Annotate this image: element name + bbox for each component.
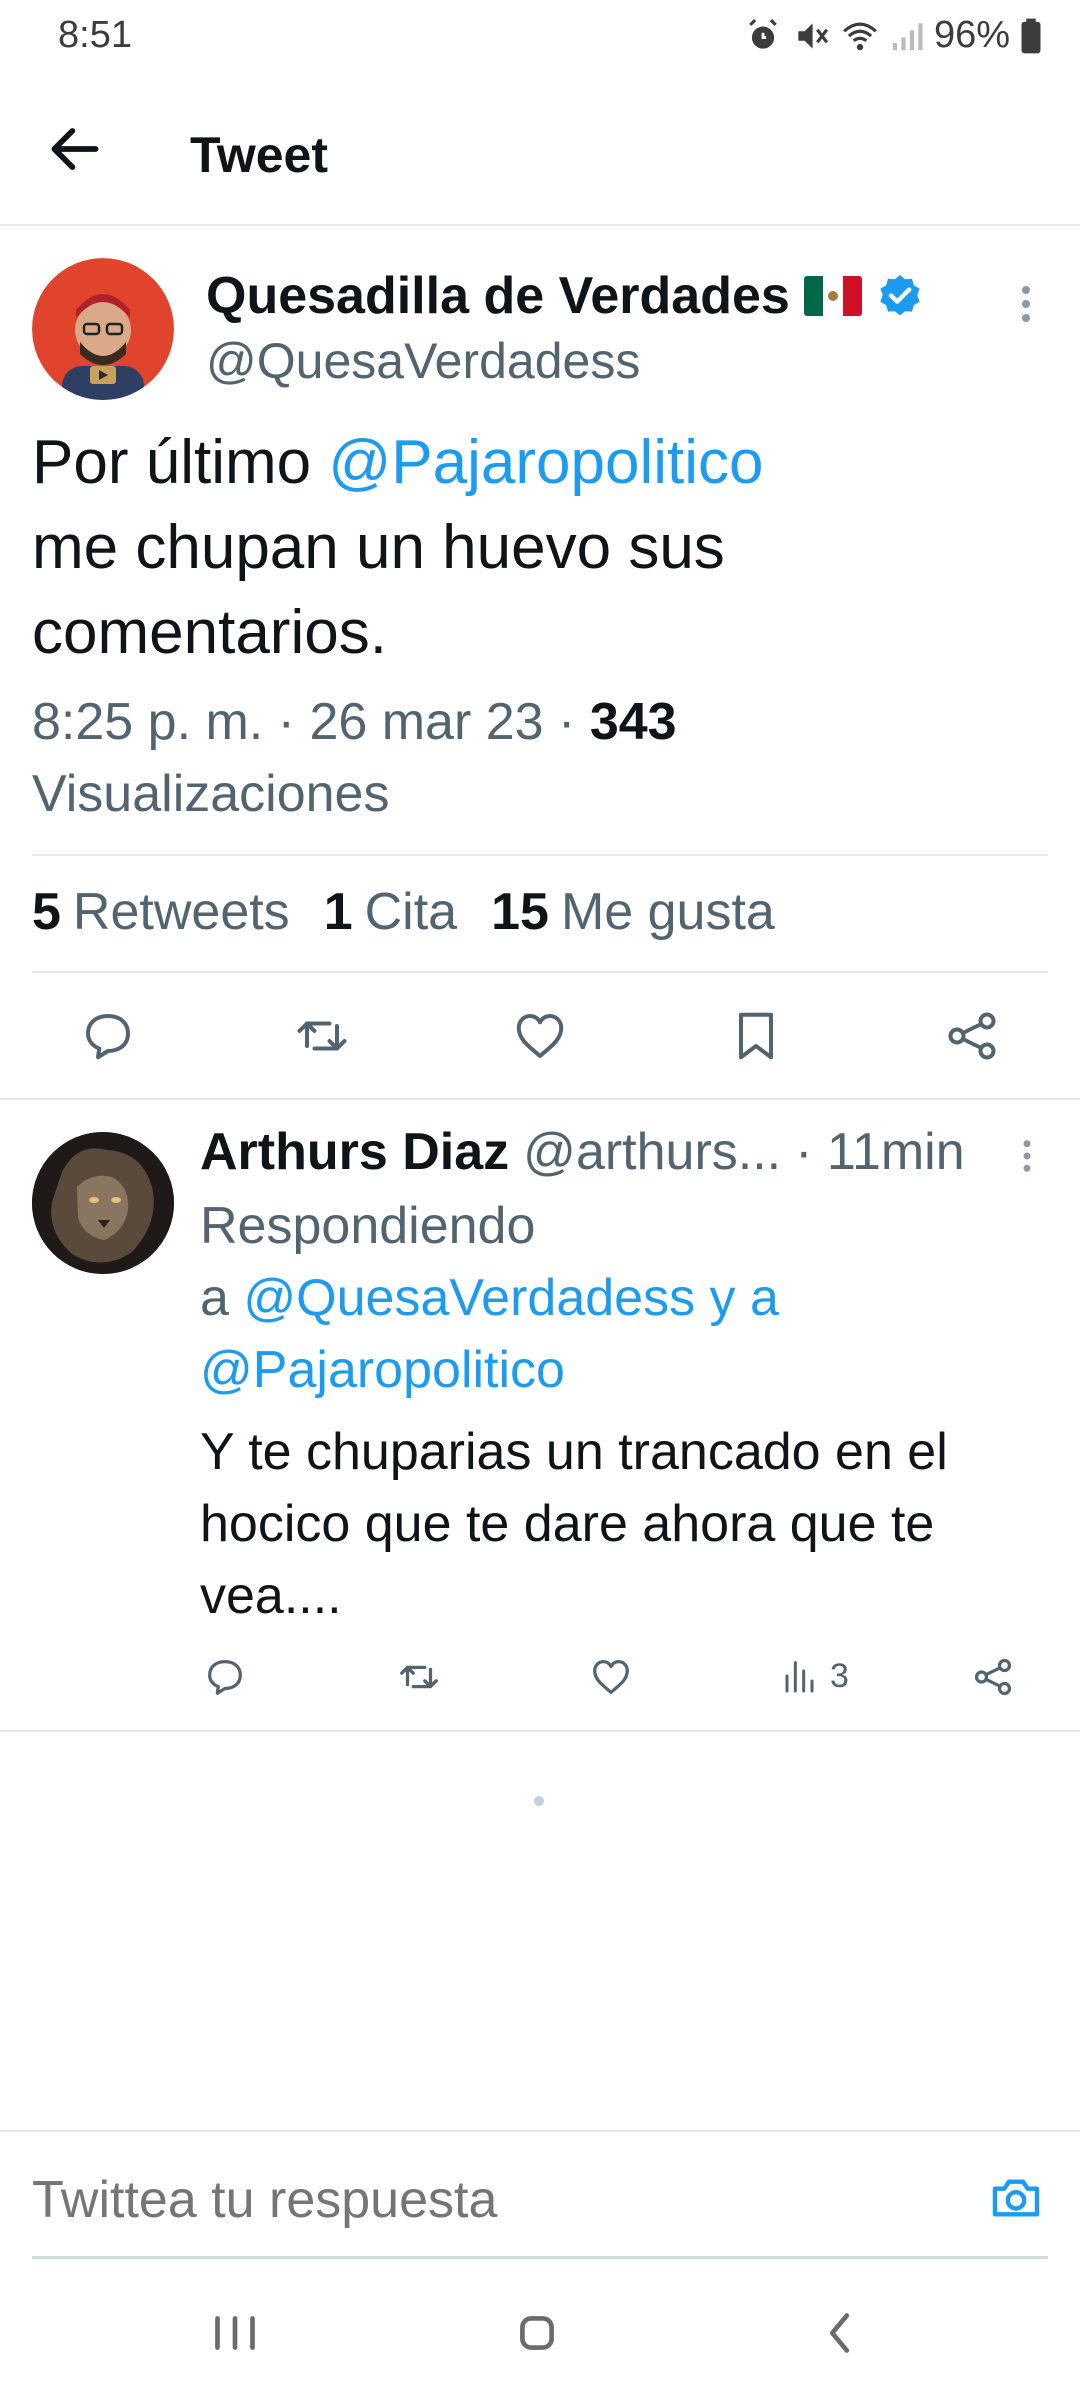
tweet-text-after: me chupan un huevo sus comentarios.: [32, 513, 725, 667]
tweet-text-before: Por último: [32, 428, 329, 497]
tweet-views-label: Visualizaciones: [32, 765, 390, 823]
reply-time: · 11min: [795, 1123, 965, 1181]
author-handle[interactable]: @QuesaVerdadess: [206, 332, 640, 390]
reply-author-handle[interactable]: @arthurs...: [523, 1122, 781, 1182]
status-time: 8:51: [58, 14, 132, 56]
replying-label: Respondiendo: [200, 1197, 536, 1255]
camera-icon[interactable]: [988, 2170, 1044, 2226]
stats-top-divider: [32, 854, 1048, 856]
back-arrow-icon[interactable]: [44, 118, 106, 180]
reply-like-icon[interactable]: [588, 1654, 634, 1700]
quotes-label: Cita: [364, 883, 458, 941]
reply-header: Arthurs Diaz @arthurs... · 11min: [200, 1122, 965, 1182]
battery-percent: 96%: [933, 14, 1010, 56]
reply-author-avatar[interactable]: [32, 1132, 174, 1274]
likes-stat[interactable]: 15 Me gusta: [491, 882, 775, 942]
reply-input[interactable]: [32, 2170, 932, 2230]
status-icons: 96%: [744, 14, 1042, 57]
header-divider: [0, 224, 1080, 226]
reply-author-name[interactable]: Arthurs Diaz: [200, 1122, 509, 1182]
verified-badge-icon: [880, 275, 920, 316]
compose-underline: [32, 2256, 1048, 2259]
stats-bottom-divider: [32, 971, 1048, 973]
tweet-text: Por último @Pajaropolitico me chupan un h…: [32, 420, 1042, 675]
retweets-stat[interactable]: 5 Retweets: [32, 882, 290, 942]
retweets-label: Retweets: [72, 883, 290, 941]
reply-retweet-icon[interactable]: [396, 1654, 442, 1700]
mute-icon: [798, 22, 829, 49]
views-chart-icon: [785, 1661, 814, 1693]
page-title: Tweet: [190, 127, 328, 183]
likes-label: Me gusta: [560, 883, 775, 941]
likes-count: 15: [491, 883, 549, 941]
tweet-divider: [0, 1098, 1080, 1100]
tweet-views-count: 343: [589, 693, 677, 751]
tweet-time: 8:25 p. m.: [32, 693, 264, 751]
author-avatar[interactable]: [32, 258, 174, 400]
tweet-date: 26 mar 23: [309, 693, 544, 751]
more-options-icon[interactable]: [1018, 284, 1034, 324]
wifi-icon: [843, 22, 877, 50]
tweet-stats: 5 Retweets 1 Cita 15 Me gusta: [32, 882, 775, 942]
reply-icon[interactable]: [78, 1006, 138, 1066]
reply-views-count: 3: [830, 1656, 849, 1695]
retweets-count: 5: [32, 883, 61, 941]
recent-apps-icon[interactable]: [200, 2298, 270, 2368]
replying-to: Respondiendo a @QuesaVerdadess y a @Paja…: [200, 1190, 1060, 1406]
tweet-mention-link[interactable]: @Pajaropolitico: [328, 428, 763, 497]
loading-indicator: [534, 1796, 544, 1806]
replying-to-pajaropolitico-link[interactable]: @Pajaropolitico: [200, 1341, 565, 1399]
bookmark-icon[interactable]: [726, 1006, 786, 1066]
home-icon[interactable]: [502, 2298, 572, 2368]
nav-back-icon[interactable]: [806, 2298, 876, 2368]
compose-top-divider: [0, 2130, 1080, 2132]
author-name-text: Quesadilla de Verdades: [206, 267, 790, 325]
mexico-flag-icon: [803, 276, 862, 316]
quotes-count: 1: [323, 883, 353, 941]
reply-share-icon[interactable]: [970, 1654, 1016, 1700]
alarm-icon: [749, 18, 777, 49]
share-icon[interactable]: [942, 1006, 1002, 1066]
like-icon[interactable]: [510, 1006, 570, 1066]
quotes-stat[interactable]: 1 Cita: [324, 882, 457, 942]
battery-icon: [1021, 18, 1041, 53]
reply-views[interactable]: 3: [782, 1656, 849, 1696]
tweet-meta: 8:25 p. m. · 26 mar 23 · 343 Visualizaci…: [32, 693, 677, 823]
reply-text: Y te chuparias un trancado en el hocico …: [200, 1423, 948, 1625]
reply-divider: [0, 1730, 1080, 1732]
retweet-icon[interactable]: [292, 1006, 352, 1066]
replying-and: y a: [695, 1269, 779, 1327]
reply-reply-icon[interactable]: [202, 1654, 248, 1700]
author-name[interactable]: Quesadilla de Verdades: [206, 266, 924, 326]
reply-more-options-icon[interactable]: [1020, 1138, 1034, 1174]
replying-to-quesaverdadess-link[interactable]: @QuesaVerdadess: [243, 1269, 695, 1327]
replying-a: a: [200, 1269, 244, 1327]
signal-icon: [892, 22, 923, 50]
